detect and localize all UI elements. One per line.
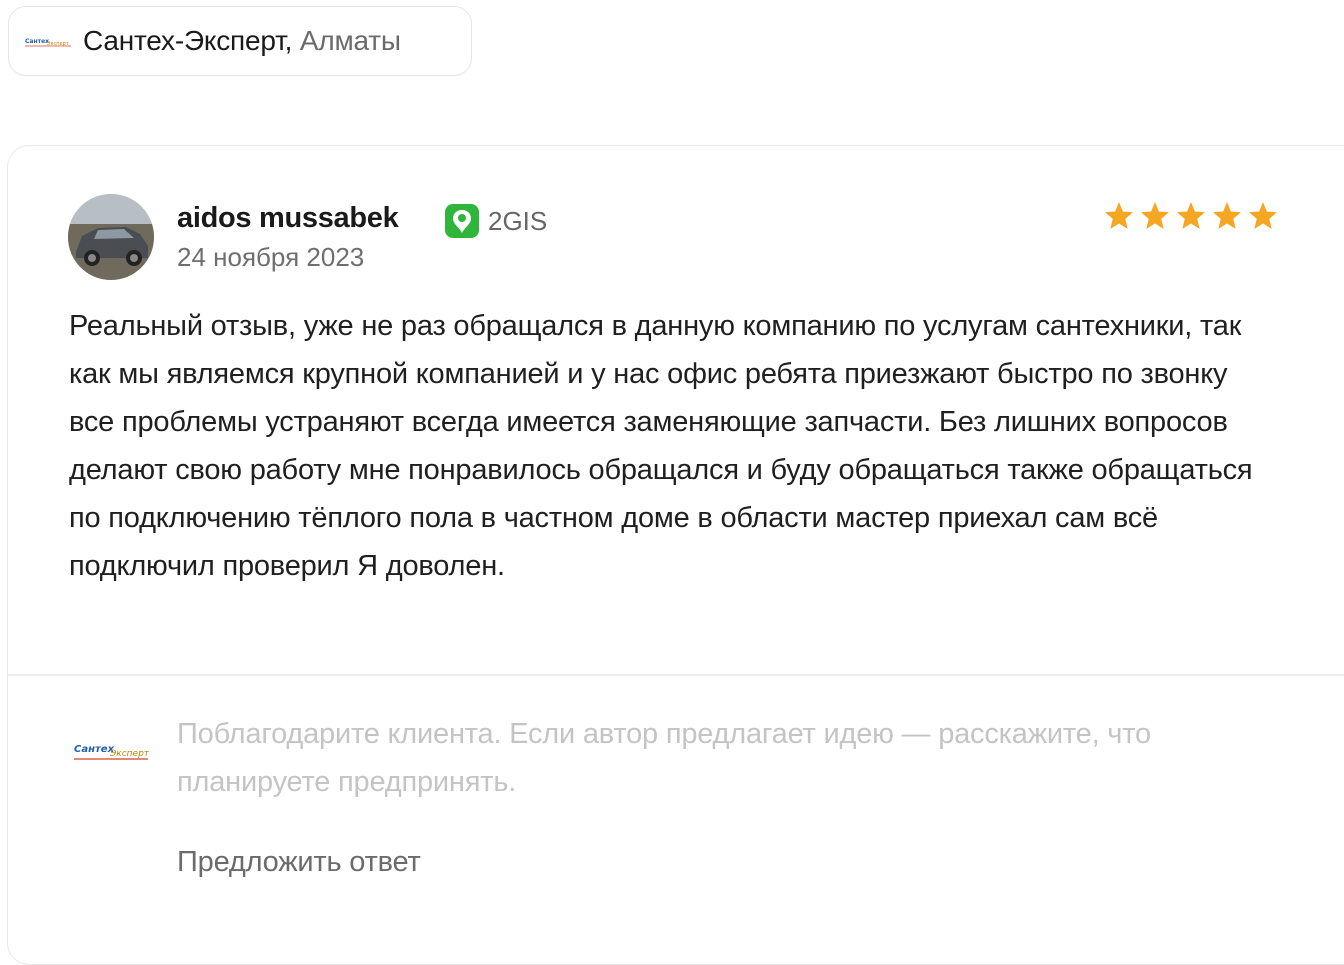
company-logo-icon: Сантех Эксперт [25, 35, 71, 47]
2gis-icon [444, 203, 480, 239]
review-text: Реальный отзыв, уже не раз обращался в д… [69, 310, 1253, 582]
author-name[interactable]: aidos mussabek [177, 202, 399, 235]
company-title: Сантех-Эксперт, Алматы [83, 25, 401, 57]
star-rating [1103, 200, 1279, 232]
avatar[interactable] [68, 194, 154, 280]
company-city: Алматы [292, 25, 401, 56]
divider [8, 674, 1344, 676]
suggest-reply-button[interactable]: Предложить ответ [177, 846, 421, 879]
review-date: 24 ноября 2023 [177, 242, 365, 272]
source-label: 2GIS [488, 205, 548, 236]
star-icon [1213, 202, 1241, 229]
star-icon [1141, 202, 1169, 229]
star-icon [1249, 202, 1277, 229]
company-logo-icon: Сантех Эксперт [74, 742, 152, 764]
source-badge: 2GIS [444, 203, 547, 239]
company-name: Сантех-Эксперт [83, 25, 285, 56]
reply-input[interactable]: Поблагодарите клиента. Если автор предла… [177, 710, 1277, 806]
company-chip[interactable]: Сантех Эксперт Сантех-Эксперт, Алматы [8, 6, 472, 76]
review-card: aidos mussabek 2GIS 24 ноября 2023 Реаль… [7, 145, 1344, 965]
svg-text:Сантех: Сантех [74, 744, 115, 755]
svg-text:Эксперт: Эксперт [109, 749, 150, 759]
star-icon [1177, 202, 1205, 229]
svg-text:Сантех: Сантех [25, 38, 49, 45]
star-icon [1105, 202, 1133, 229]
